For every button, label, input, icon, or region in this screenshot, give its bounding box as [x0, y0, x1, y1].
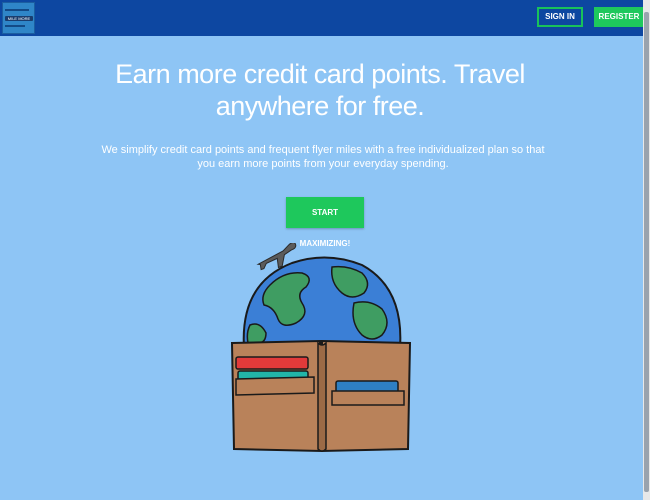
logo-text: MILE MORE — [5, 16, 33, 21]
site-logo[interactable]: MILE MORE — [2, 2, 35, 34]
logo-stripe — [5, 25, 25, 27]
hero-headline: Earn more credit card points. Travel any… — [115, 59, 525, 121]
sign-in-button[interactable]: SIGN IN — [537, 7, 583, 27]
hero-subtext: We simplify credit card points and frequ… — [101, 144, 545, 170]
start-maximizing-button[interactable]: START MAXIMIZING! — [286, 197, 364, 248]
globe-icon — [242, 256, 402, 349]
logo-stripe — [5, 9, 29, 11]
register-button[interactable]: REGISTER — [594, 7, 644, 27]
top-navbar: MILE MORE SIGN IN REGISTER — [0, 0, 644, 36]
scrollbar-thumb[interactable] — [644, 12, 649, 492]
wallet-icon — [230, 339, 412, 453]
globe-wallet-illustration — [230, 243, 412, 453]
